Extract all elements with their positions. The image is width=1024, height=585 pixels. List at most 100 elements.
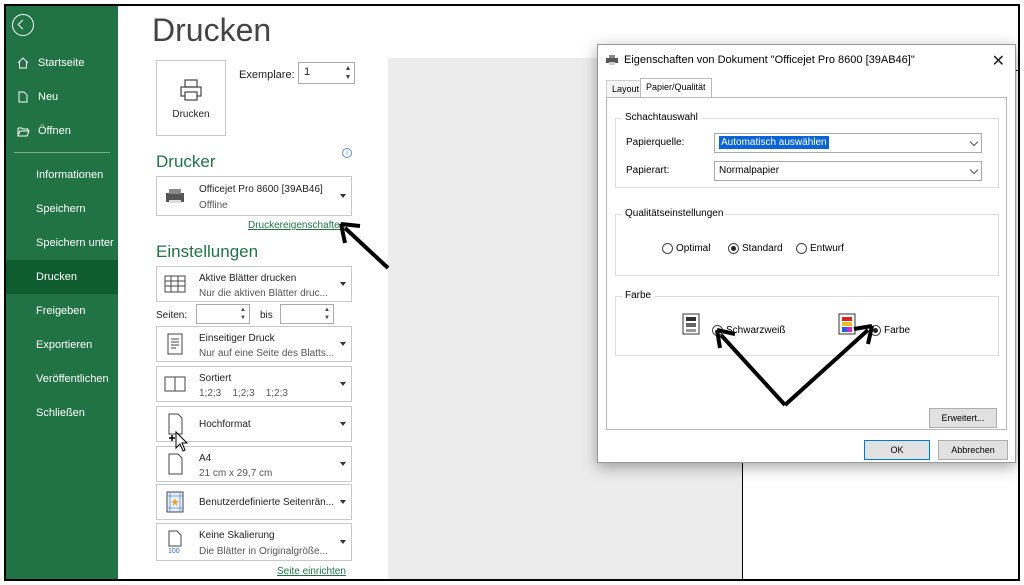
paper-type-label: Papierart: <box>626 165 670 176</box>
nav-info[interactable]: Informationen <box>6 158 118 192</box>
nav-share[interactable]: Freigeben <box>6 294 118 328</box>
sides-main: Einseitiger Druck <box>199 333 275 344</box>
pages-to-input[interactable]: ▲ ▼ <box>280 304 334 324</box>
print-button[interactable]: Drucken <box>156 60 226 136</box>
printer-device-icon <box>166 189 184 203</box>
copies-value: 1 <box>304 66 311 78</box>
nav-print[interactable]: Drucken <box>6 260 118 294</box>
paper-type-select[interactable]: Normalpapier <box>714 161 982 181</box>
nav-save-as[interactable]: Speichern unter <box>6 226 118 260</box>
nav-open[interactable]: Öffnen <box>6 114 118 148</box>
chevron-down-icon <box>340 462 346 466</box>
nav-new[interactable]: Neu <box>6 80 118 114</box>
chevron-down-icon <box>340 422 346 426</box>
excel-window: Startseite Neu Öffnen Informationen Spei… <box>4 4 1020 581</box>
paper-size-main: A4 <box>199 453 212 464</box>
nav-publish-label: Veröffentlichen <box>36 373 109 385</box>
nav-close[interactable]: Schließen <box>6 396 118 430</box>
collate-dropdown[interactable]: Sortiert 1;2;3 1;2;3 1;2;3 <box>156 366 352 402</box>
radio-selected-icon <box>728 243 739 254</box>
nav-print-label: Drucken <box>36 271 77 283</box>
collate-sub: 1;2;3 1;2;3 1;2;3 <box>199 388 288 399</box>
settings-heading: Einstellungen <box>156 242 259 261</box>
tray-group-title: Schachtauswahl <box>622 112 701 123</box>
advanced-button[interactable]: Erweitert... <box>929 408 997 428</box>
printer-name: Officejet Pro 8600 [39AB46] <box>199 184 323 195</box>
nav-export-label: Exportieren <box>36 339 93 351</box>
tab-paper-quality[interactable]: Papier/Qualität <box>640 78 712 98</box>
paper-source-label: Papierquelle: <box>626 137 685 148</box>
sides-dropdown[interactable]: Einseitiger Druck Nur auf eine Seite des… <box>156 326 352 362</box>
scaling-main: Keine Skalierung <box>199 530 275 541</box>
ok-button[interactable]: OK <box>864 440 930 460</box>
chevron-down-icon <box>340 500 346 504</box>
color-cartridge-icon <box>838 313 856 335</box>
paper-type-value: Normalpapier <box>719 165 780 176</box>
radio-icon <box>796 243 807 254</box>
close-icon[interactable]: ✕ <box>992 51 1005 71</box>
printer-icon <box>606 55 618 65</box>
pages-label: Seiten: <box>156 310 188 321</box>
tray-group: Schachtauswahl Papierquelle: Automatisch… <box>615 112 999 188</box>
folder-open-icon <box>16 124 30 138</box>
cancel-button[interactable]: Abbrechen <box>938 440 1008 460</box>
quality-standard-radio[interactable]: Standard <box>728 243 783 254</box>
nav-open-label: Öffnen <box>38 125 71 137</box>
color-color-radio[interactable]: Farbe <box>870 325 910 336</box>
mouse-cursor-icon <box>169 430 189 452</box>
quality-optimal-label: Optimal <box>676 243 711 254</box>
radio-icon <box>662 243 673 254</box>
radio-selected-icon <box>870 325 881 336</box>
dialog-tab-panel: Schachtauswahl Papierquelle: Automatisch… <box>606 97 1007 430</box>
nav-save-as-label: Speichern unter <box>36 237 114 249</box>
margins-main: Benutzerdefinierte Seitenrän... <box>199 497 335 508</box>
chevron-down-icon <box>340 540 346 544</box>
print-what-dropdown[interactable]: Aktive Blätter drucken Nur die aktiven B… <box>156 266 352 302</box>
nav-publish[interactable]: Veröffentlichen <box>6 362 118 396</box>
quality-group: Qualitätseinstellungen Optimal Standard … <box>615 208 999 276</box>
nav-home[interactable]: Startseite <box>6 46 118 80</box>
quality-group-title: Qualitätseinstellungen <box>622 208 727 219</box>
chevron-down-icon <box>340 282 346 286</box>
pages-from-input[interactable]: ▲ ▼ <box>196 304 250 324</box>
info-icon[interactable]: i <box>342 148 352 158</box>
scaling-dropdown[interactable]: 100 Keine Skalierung Die Blätter in Orig… <box>156 523 352 561</box>
nav-close-label: Schließen <box>36 407 85 419</box>
printer-dropdown[interactable]: Officejet Pro 8600 [39AB46] Offline <box>156 176 352 216</box>
page-title: Drucken <box>152 12 272 48</box>
copies-spinner[interactable]: ▲ ▼ <box>343 64 353 82</box>
print-what-sub: Nur die aktiven Blätter druc... <box>199 288 328 299</box>
chevron-down-icon <box>969 165 979 175</box>
nav-divider <box>14 152 110 153</box>
copies-input[interactable]: 1 ▲ ▼ <box>298 62 355 84</box>
nav-save[interactable]: Speichern <box>6 192 118 226</box>
nav-home-label: Startseite <box>38 57 85 69</box>
chevron-down-icon <box>340 342 346 346</box>
chevron-down-icon <box>340 194 346 198</box>
color-group: Farbe Schwarzweiß Farbe <box>615 290 999 356</box>
collated-icon <box>164 376 186 392</box>
pages-from-spinner[interactable]: ▲ ▼ <box>238 306 248 324</box>
color-bw-radio[interactable]: Schwarzweiß <box>712 325 785 336</box>
no-scaling-icon: 100 <box>168 530 182 554</box>
nav-export[interactable]: Exportieren <box>6 328 118 362</box>
paper-source-select[interactable]: Automatisch auswählen <box>714 133 982 153</box>
home-icon <box>16 56 30 70</box>
printer-properties-link[interactable]: Druckereigenschaften <box>248 220 345 231</box>
sides-sub: Nur auf eine Seite des Blatts... <box>199 348 335 359</box>
scaling-sub: Die Blätter in Originalgröße... <box>199 546 328 557</box>
nav-new-label: Neu <box>38 91 59 103</box>
pages-to-spinner[interactable]: ▲ ▼ <box>322 306 332 324</box>
print-button-label: Drucken <box>172 108 210 120</box>
page-setup-link[interactable]: Seite einrichten <box>277 566 346 577</box>
quality-optimal-radio[interactable]: Optimal <box>662 243 710 254</box>
print-what-main: Aktive Blätter drucken <box>199 273 297 284</box>
pages-to-label: bis <box>260 310 273 321</box>
back-arrow-icon[interactable] <box>12 14 34 36</box>
paper-source-value: Automatisch auswählen <box>719 136 829 149</box>
margins-dropdown[interactable]: Benutzerdefinierte Seitenrän... <box>156 484 352 520</box>
printer-status: Offline <box>199 200 228 211</box>
dialog-titlebar[interactable]: Eigenschaften von Dokument "Officejet Pr… <box>598 45 1015 75</box>
quality-draft-radio[interactable]: Entwurf <box>796 243 844 254</box>
radio-icon <box>712 325 723 336</box>
